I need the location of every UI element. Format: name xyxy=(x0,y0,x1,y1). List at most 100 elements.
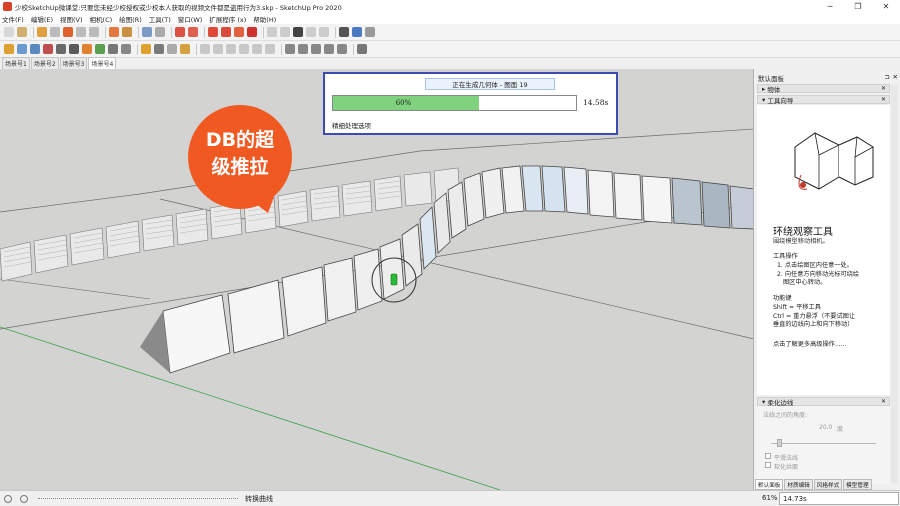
warehouse-icon[interactable] xyxy=(208,27,218,37)
monochrome-icon[interactable] xyxy=(337,44,347,54)
angle-slider-thumb[interactable] xyxy=(777,439,782,447)
angle-slider-track[interactable] xyxy=(771,443,876,444)
tray-tab-default[interactable]: 默认面板 xyxy=(755,479,784,490)
extension-warehouse-icon[interactable] xyxy=(221,27,231,37)
scene-tab-4[interactable]: 场景号4 xyxy=(88,57,117,69)
lock-icon[interactable] xyxy=(155,27,165,37)
house-icon[interactable] xyxy=(188,27,198,37)
view-front-icon[interactable] xyxy=(226,44,236,54)
play-icon[interactable] xyxy=(63,27,73,37)
smooth-normals-label: 平滑法线 xyxy=(774,455,799,462)
save-icon[interactable] xyxy=(293,27,303,37)
more-link[interactable]: 点击了解更多高级操作...... xyxy=(773,339,847,348)
pin-icon[interactable]: ⊐ xyxy=(885,73,890,81)
menu-camera[interactable]: 相机(C) xyxy=(90,14,113,24)
tray-tab-styles[interactable]: 风格样式 xyxy=(813,479,843,490)
progress-subtext: 精细处理选项 xyxy=(332,122,371,130)
scene-tab-2[interactable]: 场景号2 xyxy=(30,57,59,69)
menu-view[interactable]: 视图(V) xyxy=(60,14,83,24)
view-iso-icon[interactable] xyxy=(200,44,210,54)
position-camera-icon[interactable] xyxy=(122,27,132,37)
smooth-normals-checkbox[interactable] xyxy=(765,453,771,459)
soften-label: 柔化边线 xyxy=(767,398,794,407)
menu-tools[interactable]: 工具(T) xyxy=(149,14,171,24)
menu-window[interactable]: 窗口(W) xyxy=(178,14,203,24)
measurements-box[interactable]: 14.73s xyxy=(779,492,899,505)
print-icon[interactable] xyxy=(142,27,152,37)
info-icon[interactable] xyxy=(167,44,177,54)
globe-icon[interactable] xyxy=(357,44,367,54)
folder-icon[interactable] xyxy=(280,27,290,37)
tray-tab-materials[interactable]: 材质编辑 xyxy=(784,479,813,490)
textured-icon[interactable] xyxy=(324,44,334,54)
skip-icon[interactable] xyxy=(89,27,99,37)
instructor-section[interactable]: ▾ 工具向导 ✕ xyxy=(757,95,890,105)
fog-icon[interactable] xyxy=(95,44,105,54)
scene-tab-1[interactable]: 场景号1 xyxy=(2,57,30,69)
soften-icon[interactable] xyxy=(141,44,151,54)
entity-info-section[interactable]: ▸ 物体 ✕ xyxy=(757,84,890,94)
match-photo-icon[interactable] xyxy=(108,44,118,54)
cut-icon[interactable] xyxy=(306,27,316,37)
menu-extensions[interactable]: 扩展程序 (x) xyxy=(209,14,246,24)
tray-close-icon[interactable]: ✕ xyxy=(893,73,898,81)
section-close-icon[interactable]: ✕ xyxy=(881,398,886,405)
menu-bar: 文件(F) 编辑(E) 视图(V) 相机(C) 绘图(R) 工具(T) 窗口(W… xyxy=(0,13,900,24)
select-tool-icon[interactable] xyxy=(4,27,14,37)
paint-bucket-icon[interactable] xyxy=(17,27,27,37)
info-icon[interactable] xyxy=(20,495,28,503)
scene-tab-3[interactable]: 场景号3 xyxy=(59,57,88,69)
walk-icon[interactable] xyxy=(109,27,119,37)
menu-draw[interactable]: 绘图(R) xyxy=(119,14,142,24)
styles-icon[interactable] xyxy=(30,44,40,54)
menu-help[interactable]: 帮助(H) xyxy=(253,14,276,24)
tray-tabs: 默认面板 材质编辑 风格样式 模型管理 xyxy=(755,479,900,490)
toolbar-separator xyxy=(281,43,282,55)
layout-icon[interactable] xyxy=(247,27,257,37)
view-right-icon[interactable] xyxy=(239,44,249,54)
stop-icon[interactable] xyxy=(76,27,86,37)
eraser-icon[interactable] xyxy=(37,27,47,37)
op-2b: 图区中心转动。 xyxy=(783,279,827,286)
wireframe-icon[interactable] xyxy=(285,44,295,54)
materials-icon[interactable] xyxy=(17,44,27,54)
component-icon[interactable] xyxy=(4,44,14,54)
play-back-icon[interactable] xyxy=(50,27,60,37)
soften-coplanar-checkbox[interactable] xyxy=(765,462,771,468)
texture-icon[interactable] xyxy=(180,44,190,54)
settings-icon[interactable] xyxy=(365,27,375,37)
tray-title: 默认面板 xyxy=(758,75,784,83)
panel-icon[interactable] xyxy=(352,27,362,37)
section-close-icon[interactable]: ✕ xyxy=(881,85,886,92)
gear-icon[interactable] xyxy=(175,27,185,37)
tray-tab-model-manager[interactable]: 模型管理 xyxy=(843,479,872,490)
drawing-area[interactable]: DB的超 级推拉 正在生成几何体 - 图面 19 60% 14.58s 精细处理… xyxy=(0,69,754,490)
soften-section[interactable]: ▾ 柔化边线 ✕ xyxy=(757,397,890,407)
menu-file[interactable]: 文件(F) xyxy=(2,14,24,24)
ground-edge xyxy=(0,278,151,300)
layers-icon[interactable] xyxy=(43,44,53,54)
hidden-line-icon[interactable] xyxy=(298,44,308,54)
maximize-button[interactable]: ❐ xyxy=(844,0,872,13)
shaded-icon[interactable] xyxy=(311,44,321,54)
close-button[interactable]: ✕ xyxy=(872,0,900,13)
document-icon[interactable] xyxy=(267,27,277,37)
copy-icon[interactable] xyxy=(319,27,329,37)
scenes-icon[interactable] xyxy=(69,44,79,54)
view-top-icon[interactable] xyxy=(213,44,223,54)
angle-label: 法线之间的角度: xyxy=(763,412,808,419)
instructor-icon[interactable] xyxy=(154,44,164,54)
tray-scrollbar[interactable] xyxy=(891,85,898,483)
sketchup-app-icon xyxy=(3,2,12,11)
menu-edit[interactable]: 编辑(E) xyxy=(31,14,53,24)
view-left-icon[interactable] xyxy=(265,44,275,54)
view-back-icon[interactable] xyxy=(252,44,262,54)
share-model-icon[interactable] xyxy=(234,27,244,37)
outliner-icon[interactable] xyxy=(56,44,66,54)
arrow-icon[interactable] xyxy=(339,27,349,37)
geo-location-icon[interactable] xyxy=(4,495,12,503)
minimize-button[interactable]: ─ xyxy=(816,0,844,13)
section-close-icon[interactable]: ✕ xyxy=(881,96,886,103)
shadow-icon[interactable] xyxy=(82,44,92,54)
sound-icon[interactable] xyxy=(121,44,131,54)
